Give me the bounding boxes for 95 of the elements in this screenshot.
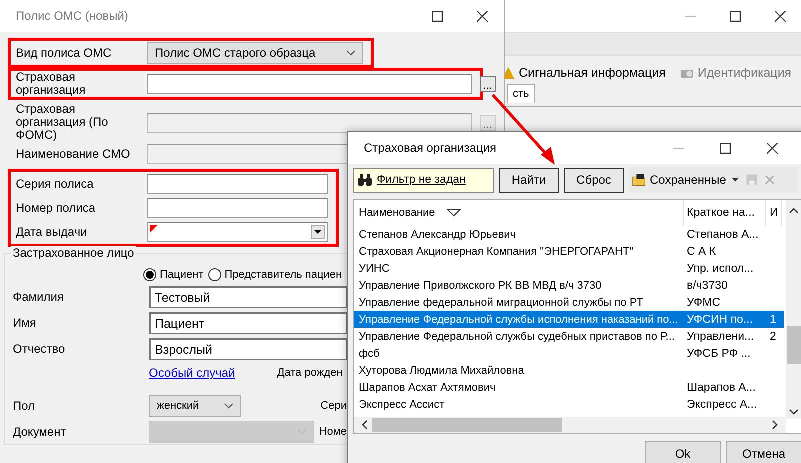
table-row[interactable]: Степанов Александр Юрьевич Степанов А... [354, 226, 784, 243]
filter-link[interactable]: Фильтр не задан [377, 174, 466, 186]
column-header[interactable]: Краткое на... [684, 200, 766, 226]
field-label: Страховая организация (По ФОМС) [16, 103, 110, 142]
table-cell-text: Управление Федеральной службы исполнения наказаний по... [358, 314, 680, 326]
table-cell-text: УИНС [358, 262, 391, 274]
table-row[interactable]: фсб УФСБ РФ ... [354, 345, 784, 362]
group-title: Застрахованное лицо [11, 246, 136, 260]
maximize-icon[interactable] [432, 10, 443, 22]
table-cell-text: в/ч3730 [686, 280, 729, 292]
maximize-icon[interactable] [730, 10, 741, 22]
table-row[interactable]: Управление федеральной миграционной службы по РТ УФМС [354, 294, 784, 311]
scrollbar-thumb[interactable] [372, 418, 562, 432]
scroll-down-icon[interactable] [789, 409, 799, 415]
date-field[interactable] [147, 222, 328, 242]
caret-icon [732, 178, 740, 182]
folder-icon [632, 173, 647, 187]
table-cell-text: Степанов А... [686, 228, 760, 240]
dropdown[interactable]: женский [149, 395, 241, 417]
table-cell-text: Шарапов Асхат Ахтямович [358, 382, 497, 394]
table-row[interactable]: Хуторова Людмила Михайловна [354, 362, 784, 379]
special-case-link[interactable]: Особый случай [149, 366, 236, 380]
window-title: Полис ОМС (новый) [16, 9, 128, 23]
maximize-icon[interactable] [720, 142, 731, 154]
field-label: Документ [13, 425, 68, 439]
binoculars-icon [357, 173, 373, 187]
scroll-right-icon[interactable] [772, 420, 778, 430]
scrollbar-thumb[interactable] [786, 326, 801, 364]
table-cell-text: Экспресс Ассист [358, 398, 446, 410]
field-label: Дата выдачи [16, 226, 88, 238]
horizontal-scrollbar[interactable] [354, 417, 786, 433]
toolbar-button[interactable]: Сигнальная информация [501, 66, 666, 80]
field-label: Наименование СМО [16, 148, 132, 160]
scroll-up-icon[interactable] [789, 208, 799, 214]
table-row[interactable]: Шарапов Асхат Ахтямович Шарапов А... [354, 379, 784, 396]
table-cell-text: Управление Приволжского РК ВВ МВД в/ч 3730 [358, 280, 603, 292]
field-label: Имя [13, 316, 38, 330]
dropdown[interactable]: Полис ОМС старого образца [147, 42, 363, 64]
chevron-icon [346, 50, 356, 56]
sort-icon [447, 209, 462, 217]
input-field[interactable]: Пациент [149, 312, 347, 334]
field-label: Фамилия [13, 290, 65, 304]
table-cell-text: Экспресс А... [686, 398, 758, 410]
scroll-left-icon[interactable] [362, 420, 368, 430]
column-header[interactable]: И [766, 200, 782, 226]
table-cell-text: Шарапов А... [686, 382, 757, 394]
input-field[interactable]: Взрослый [149, 338, 347, 360]
find-button[interactable]: Найти [499, 168, 559, 192]
input-field[interactable] [147, 74, 472, 94]
table-cell-text: УФСБ РФ ... [686, 348, 752, 360]
table-cell-text: фсб [358, 348, 381, 360]
close-icon[interactable] [477, 10, 488, 22]
table-row[interactable]: Страховая Акционерная Компания "ЭНЕРГОГАРАНТ" С А К [354, 243, 784, 260]
cancel-button[interactable]: Отмена [726, 441, 801, 463]
table-cell-text: Хуторова Людмила Михайловна [358, 364, 526, 376]
table-row[interactable]: УИНС Упр. испол... [354, 260, 784, 277]
vertical-scrollbar[interactable] [786, 200, 801, 419]
field-label: Номе [319, 426, 347, 438]
field-label: Страховая организация [16, 71, 87, 97]
table-cell-text: 2 [769, 330, 778, 342]
table-cell-text: Управление Федеральной службы судебных приставов по Р... [358, 330, 676, 342]
close-icon[interactable] [775, 10, 786, 22]
radio-option[interactable]: Представитель пациен [208, 268, 342, 282]
table-cell-text: С А К [686, 246, 718, 258]
close-icon[interactable] [767, 142, 778, 154]
column-header[interactable]: Наименование [354, 200, 684, 226]
table-cell-text: Управление федеральной миграционной службы по РТ [358, 296, 644, 308]
input-field[interactable]: Тестовый [149, 286, 347, 308]
field-label: Пол [13, 399, 36, 413]
field-label: Вид полиса ОМС [16, 46, 113, 60]
radio-option[interactable]: Пациент [143, 268, 204, 282]
table-row[interactable]: Управление Приволжского РК ВВ МВД в/ч 3730 в/ч3730 [354, 277, 784, 294]
window-title: Страховая организация [364, 141, 497, 155]
field-label: Номер полиса [16, 202, 97, 214]
chevron-icon [224, 403, 234, 409]
table-cell-text: Степанов Александр Юрьевич [358, 228, 518, 240]
field-label: Сери [320, 400, 347, 412]
table-cell-text: Упр. испол... [686, 262, 755, 274]
table-row[interactable]: Управление Федеральной службы исполнения наказаний по... УФСИН по... 1 [354, 311, 784, 328]
field-label: Серия полиса [16, 178, 95, 190]
table-cell-text: Управлени... [686, 330, 756, 342]
ok-button[interactable]: Ok [645, 441, 721, 463]
table-cell-text: Страховая Акционерная Компания "ЭНЕРГОГАРАНТ" [358, 246, 635, 258]
table-row[interactable]: Управление Федеральной службы судебных приставов по Р... Управлени... 2 [354, 328, 784, 345]
tab[interactable]: сть [507, 84, 536, 103]
table-row[interactable]: Экспресс Ассист Экспресс А... [354, 396, 784, 413]
field-label: Отчество [13, 342, 66, 356]
table-cell-text: УФМС [686, 296, 722, 308]
browse-button[interactable]: ... [480, 76, 496, 92]
reset-button[interactable]: Сброс [564, 168, 624, 192]
table-cell-text: 1 [769, 314, 778, 326]
table-cell-text: УФСИН по... [686, 314, 754, 326]
input-field[interactable] [147, 198, 328, 218]
input-field[interactable] [147, 174, 328, 194]
field-label: Дата рожден [277, 367, 343, 379]
